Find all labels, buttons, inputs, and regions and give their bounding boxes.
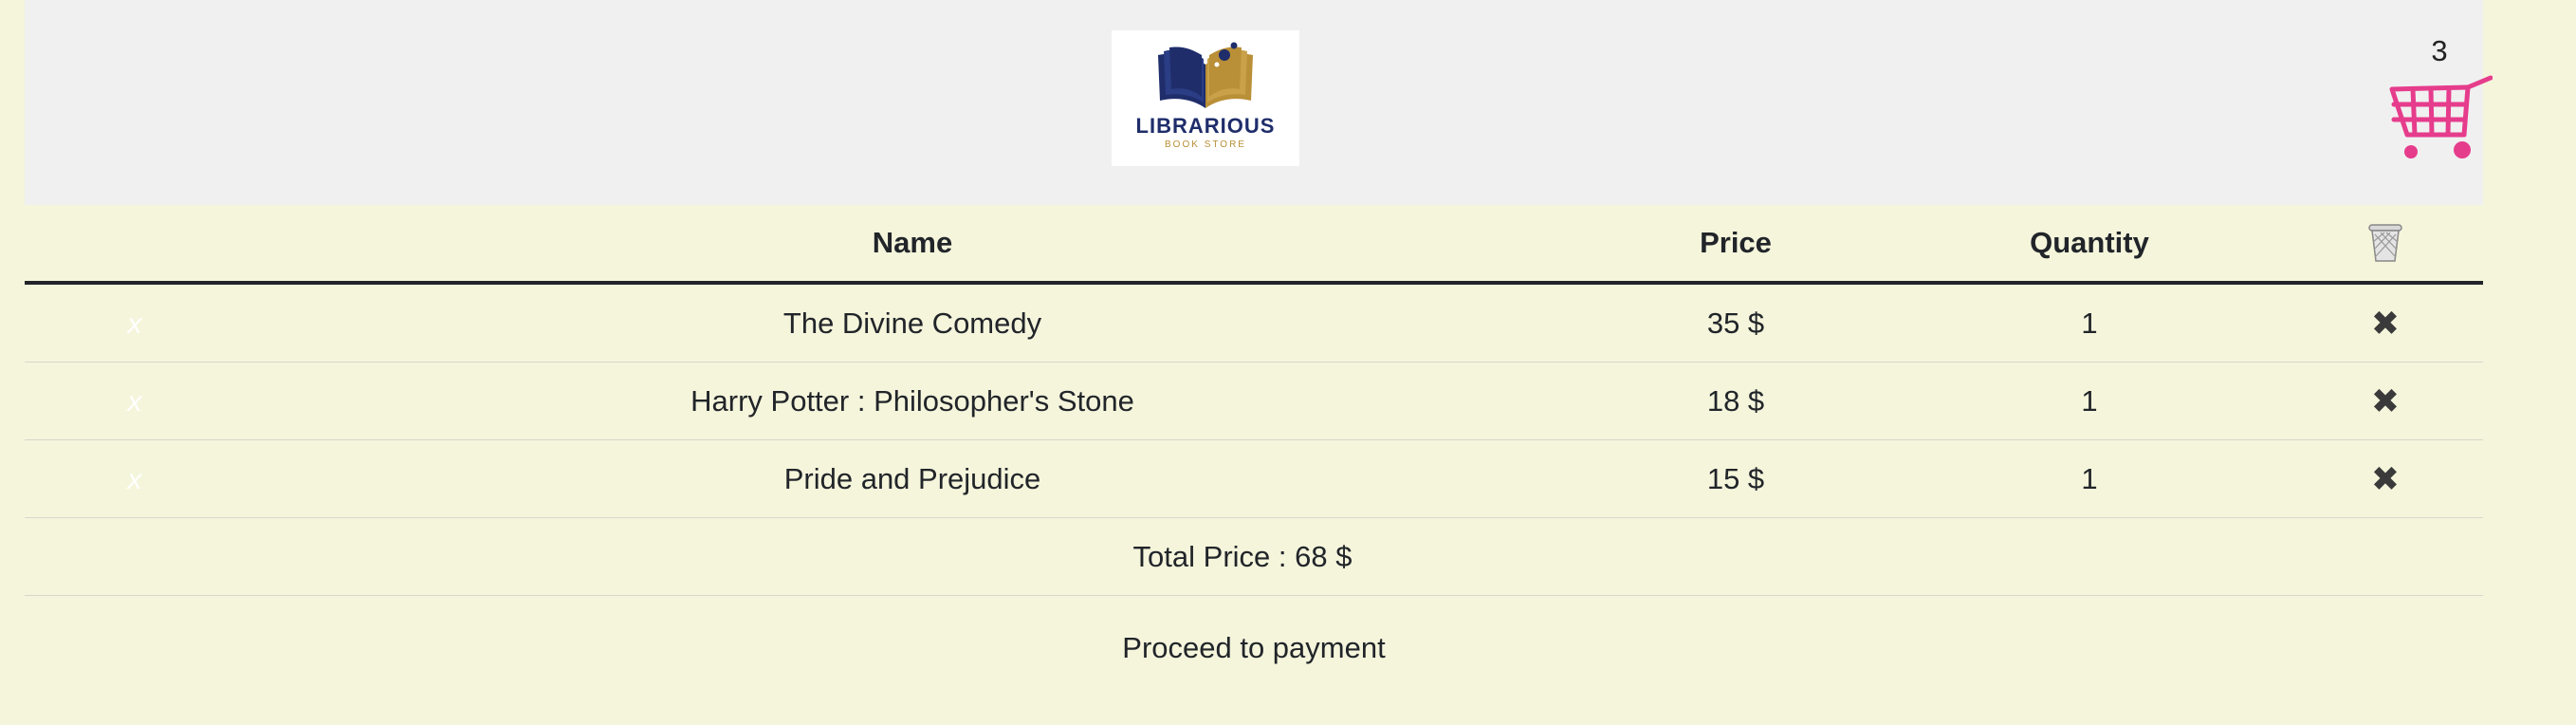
remove-item-button[interactable]: x [128, 386, 142, 418]
book-price: 18 $ [1580, 362, 1891, 440]
book-price: 15 $ [1580, 439, 1891, 518]
book-quantity: 1 [1891, 283, 2288, 362]
store-logo[interactable]: LIBRARIOUS BOOK STORE [1112, 30, 1299, 166]
trash-icon[interactable] [2288, 205, 2483, 285]
book-name: Pride and Prejudice [245, 439, 1580, 518]
remove-item-button[interactable]: x [128, 464, 142, 495]
delete-item-icon[interactable]: ✖ [2371, 381, 2400, 420]
header-bar: LIBRARIOUS BOOK STORE 3 [25, 0, 2493, 205]
column-header-price: Price [1580, 205, 1891, 285]
proceed-to-payment-button[interactable]: Proceed to payment [25, 596, 2483, 700]
cart-count-badge: 3 [2431, 34, 2448, 67]
open-book-icon [1158, 42, 1253, 108]
table-row: x The Divine Comedy 35 $ 1 ✖ [25, 283, 2483, 362]
shopping-cart-icon[interactable] [2388, 72, 2493, 163]
book-name: Harry Potter : Philosopher's Stone [245, 362, 1580, 440]
book-quantity: 1 [1891, 439, 2288, 518]
column-header-name: Name [245, 205, 1580, 285]
total-price: Total Price : 68 $ [25, 517, 2483, 596]
logo-title: LIBRARIOUS [1135, 114, 1276, 138]
delete-item-icon[interactable]: ✖ [2371, 459, 2400, 498]
cart-table: Name Price Quantity x The Divine Comedy … [25, 205, 2483, 596]
delete-item-icon[interactable]: ✖ [2371, 304, 2400, 343]
remove-item-button[interactable]: x [128, 308, 142, 340]
book-price: 35 $ [1580, 283, 1891, 362]
table-row: x Harry Potter : Philosopher's Stone 18 … [25, 362, 2483, 440]
table-row: x Pride and Prejudice 15 $ 1 ✖ [25, 439, 2483, 518]
logo-tagline: BOOK STORE [1165, 139, 1246, 150]
total-row: Total Price : 68 $ [25, 517, 2483, 596]
book-quantity: 1 [1891, 362, 2288, 440]
table-header-row: Name Price Quantity [25, 205, 2483, 285]
column-header-quantity: Quantity [1891, 205, 2288, 285]
column-header-remove [25, 205, 245, 285]
book-name: The Divine Comedy [245, 283, 1580, 362]
